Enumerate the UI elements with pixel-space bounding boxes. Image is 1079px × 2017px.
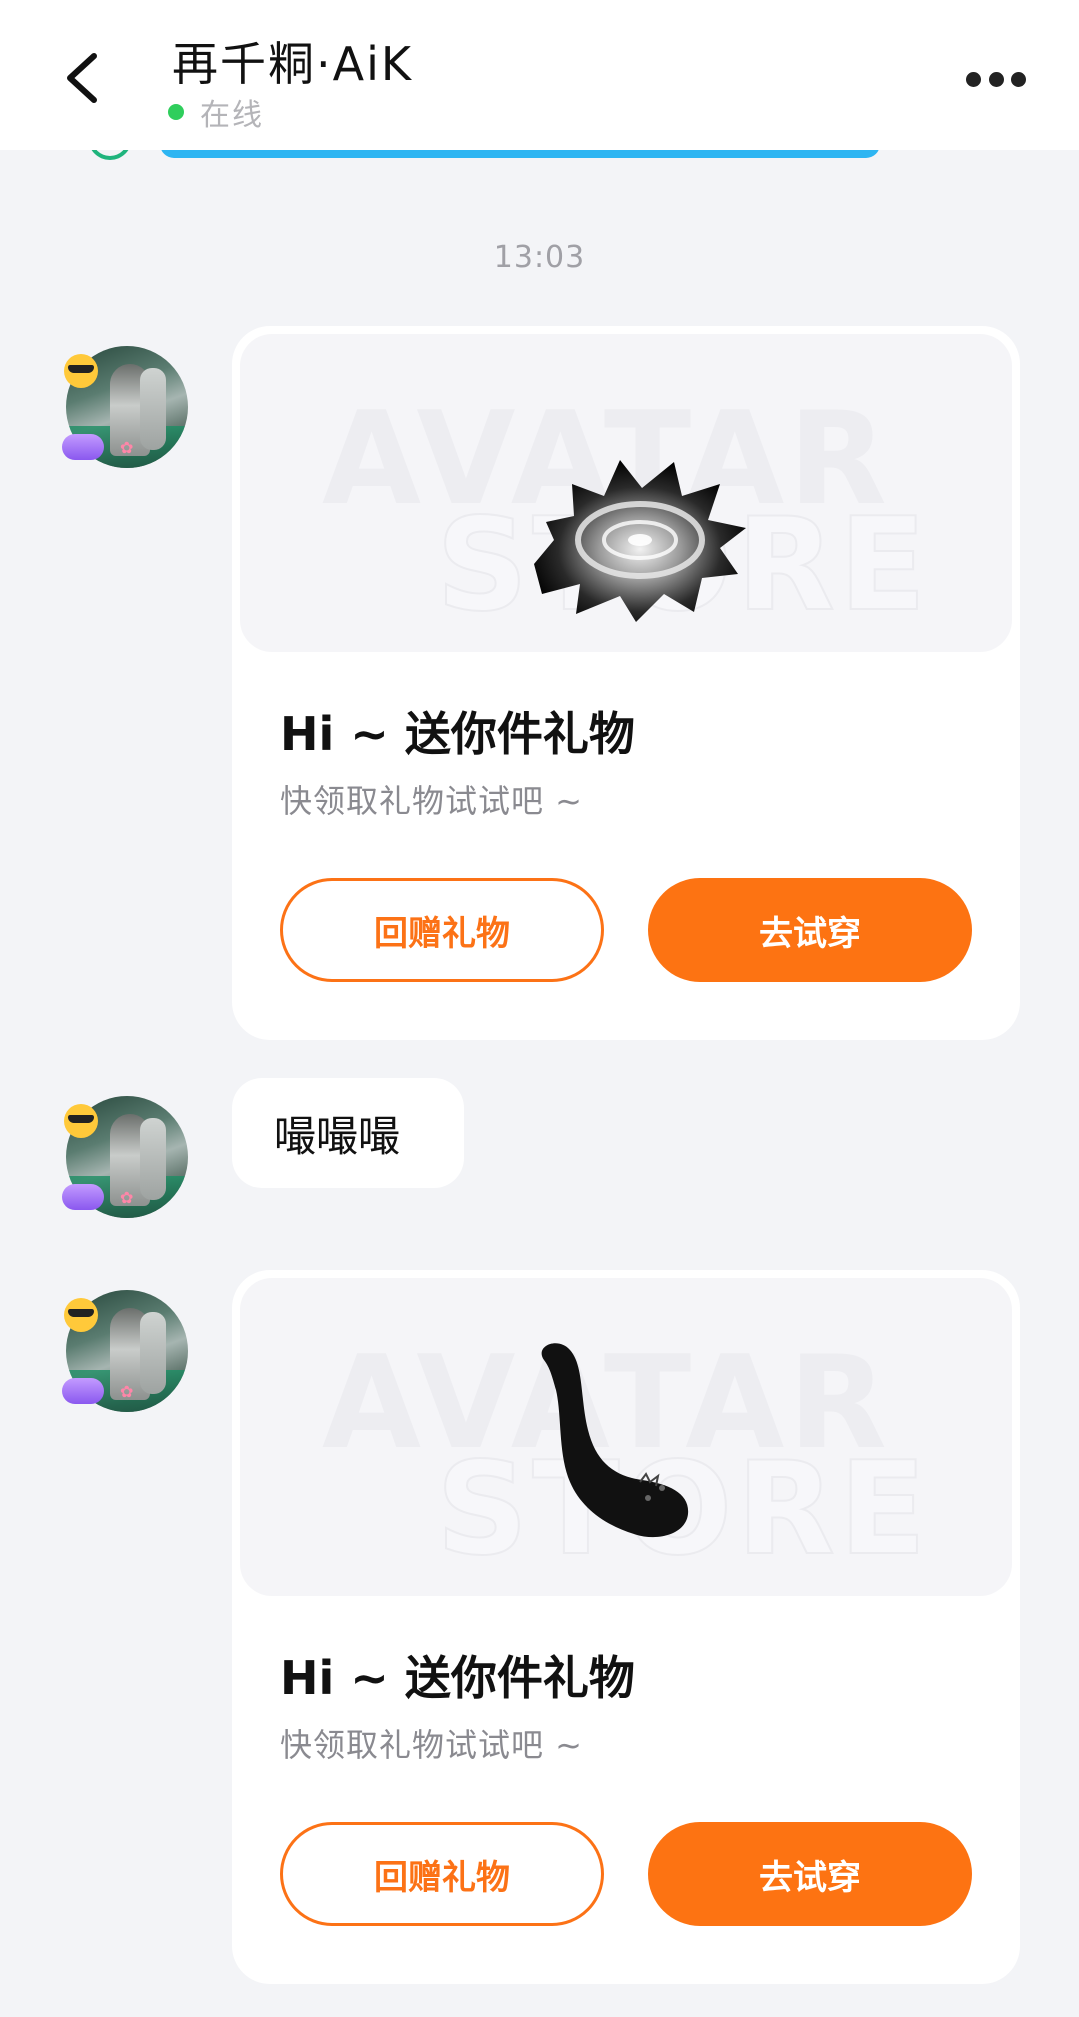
sunglasses-emoji-icon xyxy=(64,1104,98,1138)
more-options-icon[interactable] xyxy=(966,66,1026,92)
return-gift-button[interactable]: 回赠礼物 xyxy=(280,1822,604,1926)
contact-name[interactable]: 再千粡·AiK xyxy=(172,28,413,94)
try-on-button[interactable]: 去试穿 xyxy=(648,878,972,982)
gamepad-icon xyxy=(62,434,104,460)
gift-preview: AVATAR STORE xyxy=(240,1278,1012,1596)
gamepad-icon xyxy=(62,1184,104,1210)
gift-subtitle: 快领取礼物试试吧 ~ xyxy=(280,1726,583,1764)
message-timestamp: 13:03 xyxy=(493,240,586,275)
gamepad-icon xyxy=(62,1378,104,1404)
gift-preview: AVATAR STORE xyxy=(240,334,1012,652)
gift-title: Hi ~ 送你件礼物 xyxy=(280,707,635,761)
sender-avatar[interactable]: ✿ xyxy=(62,1290,188,1412)
gift-card[interactable]: AVATAR STORE Hi ~ 送你件礼物 快领取礼物试试吧 ~ 回赠礼物 … xyxy=(232,326,1020,1040)
gift-card[interactable]: AVATAR STORE Hi ~ 送你件礼物 快领取礼物试试吧 ~ 回赠礼物 … xyxy=(232,1270,1020,1984)
online-dot-icon xyxy=(168,104,184,120)
flower-icon: ✿ xyxy=(120,438,134,457)
online-status: 在线 xyxy=(168,90,264,134)
try-on-button[interactable]: 去试穿 xyxy=(648,1822,972,1926)
smoke-ring-icon xyxy=(534,460,746,622)
cat-tail-icon xyxy=(541,1343,689,1538)
sunglasses-emoji-icon xyxy=(64,1298,98,1332)
chat-header: 再千粡·AiK 在线 xyxy=(0,0,1079,150)
gift-title: Hi ~ 送你件礼物 xyxy=(280,1651,635,1705)
flower-icon: ✿ xyxy=(120,1188,134,1207)
status-text: 在线 xyxy=(200,98,264,133)
gift-subtitle: 快领取礼物试试吧 ~ xyxy=(280,782,583,820)
sender-avatar[interactable]: ✿ xyxy=(62,346,188,468)
sender-avatar[interactable]: ✿ xyxy=(62,1096,188,1218)
back-arrow-icon[interactable] xyxy=(60,50,108,106)
return-gift-button[interactable]: 回赠礼物 xyxy=(280,878,604,982)
text-message-bubble[interactable]: 嘬嘬嘬 xyxy=(232,1078,464,1188)
sunglasses-emoji-icon xyxy=(64,354,98,388)
flower-icon: ✿ xyxy=(120,1382,134,1401)
